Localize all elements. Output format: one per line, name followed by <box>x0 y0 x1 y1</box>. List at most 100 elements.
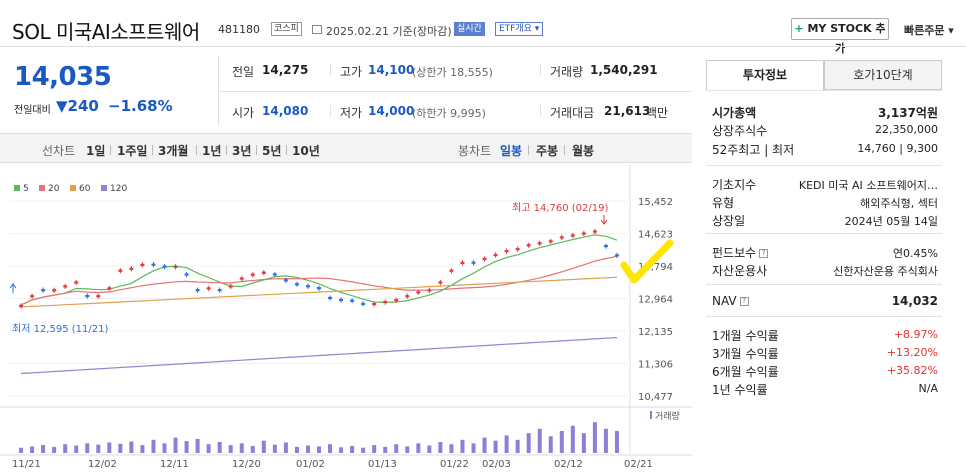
tab-10y[interactable]: 10년 <box>292 142 320 159</box>
volume-bar <box>383 446 388 453</box>
candle-body <box>460 261 465 264</box>
candle-body <box>383 301 388 304</box>
volume-bar <box>471 443 476 453</box>
low-value: 14,000 <box>368 104 415 118</box>
candle-body <box>350 299 355 302</box>
low-annotation: 최저 12,595 (11/21) <box>12 323 108 335</box>
volume-bar <box>614 431 619 453</box>
divider <box>540 105 541 117</box>
volume-bar <box>19 447 24 453</box>
calendar-icon <box>312 25 322 34</box>
candle-body <box>427 289 432 292</box>
candle-body <box>515 248 520 251</box>
candle-body <box>471 261 476 264</box>
candle-body <box>30 295 35 298</box>
tab-5y[interactable]: 5년 <box>262 142 281 159</box>
volume-bar <box>63 444 68 453</box>
tab-candle-chart[interactable]: 봉차트 <box>458 142 491 159</box>
price-chart[interactable]: 5 20 60 120 15,45214,62313,79412,96412,1351… <box>0 165 692 473</box>
tab-separator <box>196 145 197 155</box>
tab-1y[interactable]: 1년 <box>202 142 221 159</box>
date-info: 2025.02.21 기준(장마감) <box>326 25 452 38</box>
legend-label: 60 <box>79 184 91 194</box>
volume-bar <box>305 445 310 453</box>
candle-body <box>107 287 112 290</box>
volume-label: 거래량 <box>655 410 680 422</box>
volume-bar <box>217 442 222 453</box>
live-badge[interactable]: 실시간 <box>454 22 485 36</box>
legend-label: 5 <box>23 184 29 194</box>
return-3m-label: 3개월 수익률 <box>712 347 779 361</box>
volume-bar <box>184 441 189 453</box>
volume-value: 1,540,291 <box>590 63 658 77</box>
etf-overview-dropdown[interactable]: ETF개요 ▾ <box>495 22 544 36</box>
return-3m-value: +13.20% <box>886 346 938 359</box>
volume-bar <box>129 441 134 453</box>
tab-weekly[interactable]: 주봉 <box>536 142 558 159</box>
candle-body <box>559 236 564 239</box>
volume-bar <box>405 446 410 453</box>
candle-body <box>570 234 575 237</box>
tab-monthly[interactable]: 월봉 <box>572 142 594 159</box>
high-label: 고가 <box>340 65 363 79</box>
volume-bar <box>581 433 586 453</box>
divider <box>330 64 331 76</box>
candle-body <box>548 240 553 243</box>
volume-bar <box>151 439 156 453</box>
tab-separator <box>286 145 287 155</box>
volume-bar <box>515 439 520 453</box>
tab-separator <box>528 145 529 155</box>
tab-daily[interactable]: 일봉 <box>500 142 522 159</box>
volume-bar <box>74 445 79 453</box>
candle-body <box>603 244 608 248</box>
index-value[interactable]: KEDI 미국 AI 소프트웨어지… <box>799 177 938 193</box>
candles <box>19 228 619 309</box>
volume-bar <box>416 443 421 453</box>
upper-limit: (상한가 18,555) <box>412 66 493 79</box>
candle-body <box>361 302 366 305</box>
volume-bar <box>460 439 465 453</box>
y-tick-label: 14,623 <box>638 230 673 241</box>
candle-body <box>250 273 255 276</box>
listing-value: 2024년 05월 14일 <box>844 215 938 228</box>
amount-value: 21,613 <box>604 104 651 118</box>
high-value: 14,100 <box>368 63 415 77</box>
type-value: 해외주식형, 섹터 <box>860 197 938 210</box>
candle-body <box>96 295 101 298</box>
volume-bar <box>339 447 344 453</box>
high-annotation: 최고 14,760 (02/19) <box>512 202 608 214</box>
volume-bar <box>438 442 443 453</box>
candle-body <box>305 285 310 288</box>
candle-body <box>328 296 333 300</box>
candle-body <box>592 230 597 233</box>
candle-body <box>140 263 145 266</box>
help-icon[interactable]: ? <box>739 297 749 306</box>
prev-close-label: 전일 <box>232 65 255 79</box>
tab-3y[interactable]: 3년 <box>232 142 251 159</box>
open-label: 시가 <box>232 106 255 120</box>
divider <box>706 233 942 234</box>
candle-body <box>195 289 200 292</box>
stock-header: SOL 미국AI소프트웨어 481180 코스피 2025.02.21 기준(장… <box>0 0 966 55</box>
candle-body <box>74 281 79 284</box>
volume-bar <box>140 445 145 453</box>
tab-3m[interactable]: 3개월 <box>158 142 188 159</box>
legend-swatch <box>14 185 20 191</box>
tab-line-chart[interactable]: 선차트 <box>42 142 75 159</box>
change-label: 전일대비 <box>14 105 51 116</box>
tab-1d[interactable]: 1일 <box>86 142 105 159</box>
divider <box>0 46 966 47</box>
nav-value: 14,032 <box>891 294 938 308</box>
volume-bar <box>239 443 244 453</box>
tab-orderbook[interactable]: 호가10단계 <box>824 60 942 90</box>
volume-legend-swatch <box>650 411 652 419</box>
tab-1w[interactable]: 1주일 <box>117 142 147 159</box>
volume-bar <box>548 436 553 453</box>
tab-separator <box>152 145 153 155</box>
help-icon[interactable]: ? <box>759 249 769 258</box>
tab-invest-info[interactable]: 투자정보 <box>706 60 824 90</box>
quick-order-button[interactable]: 빠른주문 ▾ <box>904 22 954 38</box>
y-tick-label: 12,135 <box>638 327 673 338</box>
mystock-add-button[interactable]: + MY STOCK 추가 <box>791 18 889 55</box>
moving-averages <box>20 234 618 375</box>
